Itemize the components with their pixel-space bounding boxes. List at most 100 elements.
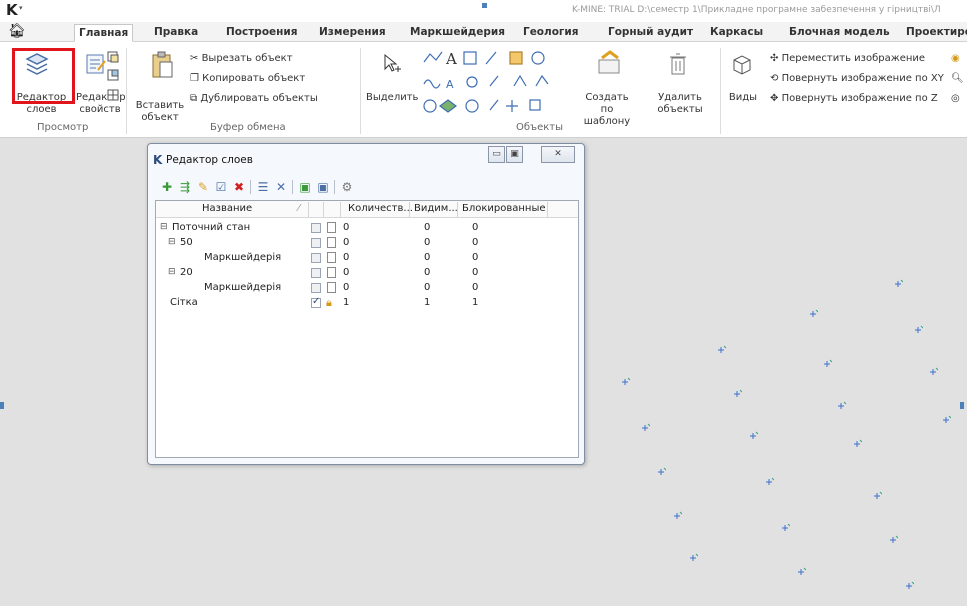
tab-frames[interactable]: Каркасы (706, 24, 767, 42)
layer-checkbox[interactable] (311, 238, 321, 248)
import-icon[interactable]: ▣ (297, 179, 313, 195)
layer-visible: 0 (424, 267, 431, 278)
layer-checkbox[interactable] (311, 223, 321, 233)
paste-button[interactable]: Вставить объект (134, 100, 186, 124)
layer-doc-icon[interactable] (327, 267, 336, 278)
export-icon[interactable]: ▣ (315, 179, 331, 195)
cut-label: Вырезать объект (201, 53, 293, 64)
survey-point-icon (838, 401, 846, 409)
move-image-button[interactable]: ✣ Переместить изображение (770, 52, 925, 66)
layer-row[interactable]: ⊟ Поточний стан 0 0 0 (156, 220, 576, 236)
layer-checkbox[interactable] (311, 268, 321, 278)
survey-point-icon (874, 491, 882, 499)
layer-toolbar: ✚ ⇶ ✎ ☑ ✖ ☰ ✕ ▣ ▣ ⚙ (155, 176, 577, 198)
layer-row[interactable]: Маркшейдерія 0 0 0 (156, 250, 576, 266)
home-icon[interactable]: 🏠︎ (8, 23, 26, 39)
survey-point-icon (824, 359, 832, 367)
rotate-xy-label: Повернуть изображение по XY (781, 73, 944, 84)
tab-measurements[interactable]: Измерения (315, 24, 390, 42)
views-button[interactable]: Виды (728, 92, 758, 104)
survey-point-icon (890, 535, 898, 543)
rotate-z-label: Повернуть изображение по Z (781, 93, 938, 104)
column-visible[interactable]: Видим... (414, 203, 458, 214)
column-blocked[interactable]: Блокированные (462, 203, 546, 214)
minimize-button[interactable]: ▭ (488, 146, 505, 163)
window-icon-2[interactable] (106, 68, 120, 85)
column-count[interactable]: Количеств... (348, 203, 413, 214)
create-from-template-button[interactable]: Создать по шаблону (578, 92, 636, 128)
delete-objects-button[interactable]: Удалить объекты (652, 92, 708, 116)
drawing-tools-icons[interactable]: A A (420, 48, 550, 119)
orbit-icon[interactable]: ◉ (951, 52, 960, 66)
layer-count: 0 (343, 282, 350, 293)
window-title: K-MINE: TRIAL D:\семестр 1\Прикладне про… (572, 5, 941, 15)
tab-home[interactable]: Главная (74, 24, 134, 42)
close-button[interactable]: ✕ (541, 146, 575, 163)
duplicate-button[interactable]: ⧉ Дублировать объекты (190, 92, 318, 106)
ribbon-tabs: 🏠︎ Главная Правка Построения Измерения М… (0, 22, 967, 42)
column-name[interactable]: Название (202, 203, 252, 214)
survey-point-icon (810, 309, 818, 317)
copy-button[interactable]: ❐ Копировать объект (190, 72, 305, 86)
trash-icon (668, 52, 688, 79)
layer-editor-highlight (12, 48, 75, 104)
tab-mine-survey[interactable]: Маркшейдерия (406, 24, 509, 42)
window-logo-icon: K (153, 153, 163, 167)
edit-layer-icon[interactable]: ✎ (195, 179, 211, 195)
maximize-button[interactable]: ▣ (506, 146, 523, 163)
tab-edit[interactable]: Правка (150, 24, 202, 42)
layer-doc-icon[interactable] (327, 237, 336, 248)
survey-point-icon (943, 415, 951, 423)
right-resize-handle[interactable] (960, 402, 964, 409)
tab-mining-audit[interactable]: Горный аудит (604, 24, 697, 42)
layer-doc-icon[interactable] (327, 222, 336, 233)
layer-checkbox[interactable] (311, 283, 321, 293)
tab-block-model[interactable]: Блочная модель (785, 24, 894, 42)
tools-icon[interactable]: ✕ (273, 179, 289, 195)
tab-design[interactable]: Проектиро (902, 24, 967, 42)
settings-icon[interactable]: ⚙ (339, 179, 355, 195)
check-layer-icon[interactable]: ☑ (213, 179, 229, 195)
cut-button[interactable]: ✂ Вырезать объект (190, 52, 293, 66)
add-sublayer-icon[interactable]: ⇶ (177, 179, 193, 195)
properties-icon (84, 52, 108, 79)
template-icon (596, 50, 622, 79)
toolbar-separator (250, 180, 251, 194)
select-button[interactable]: Выделить (366, 92, 418, 104)
title-bar-marker (482, 3, 487, 8)
layer-checkbox[interactable]: ✓ (311, 296, 321, 308)
delete-layer-icon[interactable]: ✖ (231, 179, 247, 195)
zoom-icon[interactable]: 🔍︎ (951, 72, 964, 86)
expand-toggle-icon[interactable]: ⊟ (168, 237, 176, 247)
list-icon[interactable]: ☰ (255, 179, 271, 195)
layer-row[interactable]: ⊟ 50 0 0 0 (156, 235, 576, 251)
layer-checkbox[interactable] (311, 253, 321, 263)
expand-toggle-icon[interactable]: ⊟ (168, 267, 176, 277)
layer-row[interactable]: Сітка ✓ 🔒︎ 1 1 1 (156, 295, 576, 311)
lock-icon[interactable]: 🔒︎ (326, 296, 332, 310)
layer-count: 0 (343, 222, 350, 233)
window-icon-1[interactable] (106, 50, 120, 67)
survey-point-icon (734, 389, 742, 397)
layer-doc-icon[interactable] (327, 282, 336, 293)
add-layer-icon[interactable]: ✚ (159, 179, 175, 195)
header-separator (308, 202, 309, 217)
layer-name: Поточний стан (172, 222, 251, 233)
rotate-z-button[interactable]: ✥ Повернуть изображение по Z (770, 92, 938, 106)
left-resize-handle[interactable] (0, 402, 4, 409)
scissors-icon: ✂ (190, 53, 202, 64)
layer-row[interactable]: ⊟ 20 0 0 0 (156, 265, 576, 281)
tab-geology[interactable]: Геология (519, 24, 583, 42)
window-icon-3[interactable] (106, 88, 120, 105)
quick-access-dropdown[interactable]: ▾ (19, 4, 23, 12)
layer-visible: 0 (424, 282, 431, 293)
expand-toggle-icon[interactable]: ⊟ (160, 222, 168, 232)
tab-constructions[interactable]: Построения (222, 24, 302, 42)
app-logo[interactable]: K (6, 1, 18, 19)
fit-icon[interactable]: ◎ (951, 92, 960, 106)
rotate-xy-button[interactable]: ⟲ Повернуть изображение по XY (770, 72, 944, 86)
layer-row[interactable]: Маркшейдерія 0 0 0 (156, 280, 576, 296)
layer-count: 0 (343, 237, 350, 248)
layer-doc-icon[interactable] (327, 252, 336, 263)
layer-blocked: 0 (472, 282, 479, 293)
